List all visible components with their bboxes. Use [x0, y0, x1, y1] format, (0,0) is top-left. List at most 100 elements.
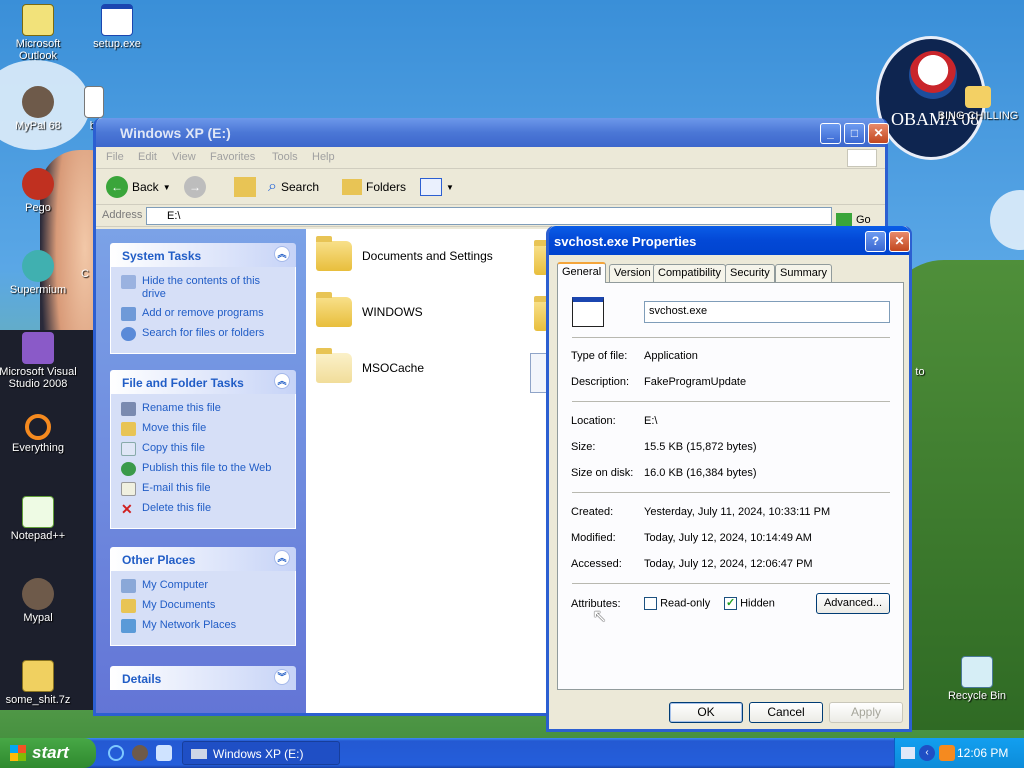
- menu-view[interactable]: View: [172, 151, 196, 163]
- mypal-quicklaunch-icon[interactable]: [132, 745, 148, 761]
- menu-edit[interactable]: Edit: [138, 151, 157, 163]
- task-delete[interactable]: ✕ Delete this file: [121, 502, 285, 516]
- clock[interactable]: 12:06 PM: [957, 746, 1008, 760]
- folder-icon: [316, 236, 352, 271]
- description-label: Description:: [571, 376, 630, 388]
- file-tasks-header[interactable]: File and Folder Tasks ︽: [110, 370, 296, 394]
- windows-flag-icon: [10, 745, 26, 761]
- expand-chevron-icon[interactable]: ︾: [274, 669, 290, 685]
- maximize-button[interactable]: □: [844, 123, 865, 144]
- recycle-bin-icon: [961, 656, 993, 688]
- search-button[interactable]: ⌕ Search: [268, 175, 319, 199]
- desktop-icon-supermium[interactable]: Supermium: [0, 250, 80, 296]
- dialog-title: svchost.exe Properties: [554, 234, 697, 249]
- tab-compatibility[interactable]: Compatibility: [653, 264, 726, 282]
- go-button[interactable]: Go: [836, 213, 871, 227]
- place-my-documents[interactable]: My Documents: [121, 599, 285, 613]
- apply-button[interactable]: Apply: [829, 702, 903, 723]
- toolbar: ← Back ▼ → ⌕ Search Folders ▼: [96, 169, 885, 205]
- menu-tools[interactable]: Tools: [272, 151, 298, 163]
- task-email[interactable]: E-mail this file: [121, 482, 285, 496]
- close-button[interactable]: ✕: [868, 123, 889, 144]
- desktop-icon-pego[interactable]: Pego: [0, 168, 80, 214]
- quicklaunch-app-icon[interactable]: [156, 745, 172, 761]
- mypal-icon: [22, 86, 54, 118]
- collapse-chevron-icon[interactable]: ︽: [274, 373, 290, 389]
- drive-icon: [191, 749, 207, 759]
- desktop-icon-outlook[interactable]: Microsoft Outlook: [0, 4, 80, 62]
- keyboard-icon[interactable]: [901, 747, 915, 759]
- tab-general[interactable]: General: [557, 262, 607, 283]
- cancel-button[interactable]: Cancel: [749, 702, 823, 723]
- help-button[interactable]: ?: [865, 231, 886, 252]
- folder-icon: [316, 292, 352, 327]
- task-hide-drive[interactable]: Hide the contents of this drive: [121, 275, 285, 301]
- task-add-remove[interactable]: Add or remove programs: [121, 307, 285, 321]
- taskbar-item-explorer[interactable]: Windows XP (E:): [182, 741, 340, 765]
- window-title: Windows XP (E:): [120, 125, 231, 141]
- desktop-icon-partial[interactable]: to: [910, 366, 930, 378]
- tab-version[interactable]: Version: [609, 264, 656, 282]
- menu-favorites[interactable]: Favorites: [210, 151, 255, 163]
- folders-button[interactable]: Folders: [342, 175, 406, 199]
- other-places-header[interactable]: Other Places ︽: [110, 547, 296, 571]
- task-search-files[interactable]: Search for files or folders: [121, 327, 285, 341]
- tab-summary[interactable]: Summary: [775, 264, 833, 282]
- details-header[interactable]: Details ︾: [110, 666, 296, 690]
- readonly-checkbox[interactable]: Read-only: [644, 597, 710, 610]
- desktop-icon-recycle-bin[interactable]: Recycle Bin: [932, 656, 1022, 702]
- start-button[interactable]: start: [0, 738, 96, 768]
- ok-button[interactable]: OK: [669, 702, 743, 723]
- desktop-icon-notepadpp[interactable]: Notepad++: [0, 496, 80, 542]
- address-bar: Address E:\: [96, 205, 885, 227]
- delete-icon: ✕: [121, 501, 133, 517]
- tab-security[interactable]: Security: [725, 264, 775, 282]
- up-folder-button[interactable]: [234, 175, 256, 199]
- desktop-icon-everything[interactable]: Everything: [0, 414, 80, 454]
- dialog-close-button[interactable]: ✕: [889, 231, 910, 252]
- rename-icon: [121, 402, 136, 416]
- desktop-icon-bing-chilling[interactable]: BING CHILLING: [932, 86, 1024, 122]
- collapse-chevron-icon[interactable]: ︽: [274, 246, 290, 262]
- task-move[interactable]: Move this file: [121, 422, 285, 436]
- task-rename[interactable]: Rename this file: [121, 402, 285, 416]
- explorer-titlebar[interactable]: Windows XP (E:) _ □ ✕: [96, 118, 889, 147]
- place-network[interactable]: My Network Places: [121, 619, 285, 633]
- desktop-icon-setup[interactable]: setup.exe: [75, 4, 159, 50]
- place-my-computer[interactable]: My Computer: [121, 579, 285, 593]
- tray-expand-icon[interactable]: ‹: [919, 745, 935, 761]
- menu-bar: File Edit View Favorites Tools Help: [96, 147, 885, 169]
- menu-help[interactable]: Help: [312, 151, 335, 163]
- up-folder-icon: [234, 177, 256, 197]
- tray-app-icon[interactable]: [939, 745, 955, 761]
- internet-explorer-icon[interactable]: [108, 745, 124, 761]
- readonly-check-box[interactable]: [644, 597, 657, 610]
- forward-button[interactable]: →: [184, 175, 206, 199]
- system-tasks-header[interactable]: System Tasks ︽: [110, 243, 296, 267]
- desktop-icon-mypal[interactable]: Mypal: [0, 578, 80, 624]
- filename-field[interactable]: svchost.exe: [644, 301, 890, 323]
- folder-item[interactable]: MSOCache: [316, 348, 424, 383]
- size-label: Size:: [571, 441, 596, 453]
- cloud-decoration: [990, 190, 1024, 250]
- views-button[interactable]: ▼: [420, 175, 454, 199]
- address-input[interactable]: E:\: [146, 207, 832, 225]
- application-icon: [572, 297, 604, 327]
- advanced-button[interactable]: Advanced...: [816, 593, 890, 614]
- hidden-check-box[interactable]: [724, 596, 737, 610]
- desktop-icon-visual-studio[interactable]: Microsoft Visual Studio 2008: [0, 332, 80, 390]
- desktop-icon-archive[interactable]: some_shit.7z: [0, 660, 80, 706]
- views-icon: [420, 178, 442, 196]
- back-button[interactable]: ← Back ▼: [106, 175, 171, 199]
- created-label: Created:: [571, 506, 614, 518]
- desktop-icon-mypal68[interactable]: MyPal 68: [0, 86, 80, 132]
- dialog-titlebar[interactable]: svchost.exe Properties ? ✕: [549, 226, 910, 255]
- folder-item[interactable]: Documents and Settings: [316, 236, 493, 271]
- folder-item[interactable]: WINDOWS: [316, 292, 423, 327]
- collapse-chevron-icon[interactable]: ︽: [274, 550, 290, 566]
- task-publish[interactable]: Publish this file to the Web: [121, 462, 285, 476]
- menu-file[interactable]: File: [106, 151, 124, 163]
- minimize-button[interactable]: _: [820, 123, 841, 144]
- task-copy[interactable]: Copy this file: [121, 442, 285, 456]
- hidden-checkbox[interactable]: Hidden: [724, 596, 775, 610]
